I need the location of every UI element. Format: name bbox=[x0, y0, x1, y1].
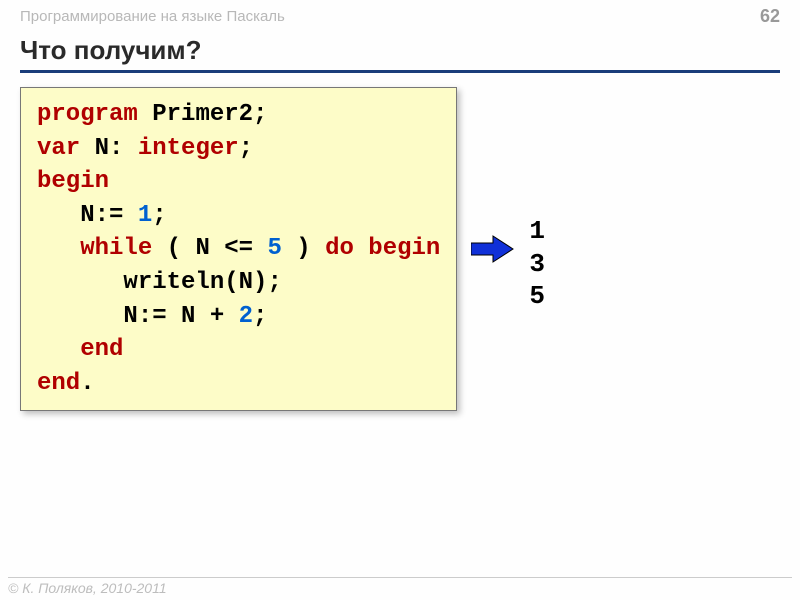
code-text bbox=[354, 235, 368, 262]
kw-integer: integer bbox=[138, 135, 239, 162]
code-text bbox=[37, 235, 80, 262]
title-area: Что получим? bbox=[0, 31, 800, 73]
num-literal: 2 bbox=[239, 303, 253, 330]
code-text: ( N <= bbox=[152, 235, 267, 262]
copyright: © К. Поляков, 2010-2011 bbox=[8, 580, 167, 596]
kw-while: while bbox=[80, 235, 152, 262]
kw-program: program bbox=[37, 101, 138, 128]
slide-footer: © К. Поляков, 2010-2011 bbox=[8, 577, 792, 596]
code-text: N:= N + bbox=[37, 303, 239, 330]
code-text: ; bbox=[253, 303, 267, 330]
slide-title: Что получим? bbox=[20, 35, 780, 68]
code-text: Primer2; bbox=[138, 101, 268, 128]
kw-var: var bbox=[37, 135, 80, 162]
code-text: ; bbox=[239, 135, 253, 162]
code-text: N: bbox=[80, 135, 138, 162]
content-row: program Primer2; var N: integer; begin N… bbox=[0, 87, 800, 411]
arrow-icon bbox=[471, 234, 515, 264]
kw-end: end bbox=[37, 370, 80, 397]
code-text: writeln(N); bbox=[37, 269, 282, 296]
num-literal: 5 bbox=[267, 235, 281, 262]
code-text: N:= bbox=[37, 202, 138, 229]
kw-begin: begin bbox=[368, 235, 440, 262]
course-title: Программирование на языке Паскаль bbox=[20, 8, 285, 25]
page-number: 62 bbox=[760, 6, 780, 27]
program-output: 1 3 5 bbox=[529, 215, 545, 313]
output-line: 3 bbox=[529, 249, 545, 279]
code-text: ; bbox=[152, 202, 166, 229]
slide-header: Программирование на языке Паскаль 62 bbox=[0, 0, 800, 31]
code-block: program Primer2; var N: integer; begin N… bbox=[20, 87, 457, 411]
title-underline bbox=[20, 70, 780, 73]
output-line: 1 bbox=[529, 216, 545, 246]
kw-do: do bbox=[325, 235, 354, 262]
code-text: . bbox=[80, 370, 94, 397]
code-text: ) bbox=[282, 235, 325, 262]
kw-begin: begin bbox=[37, 168, 109, 195]
kw-end: end bbox=[80, 336, 123, 363]
output-line: 5 bbox=[529, 281, 545, 311]
code-text bbox=[37, 336, 80, 363]
num-literal: 1 bbox=[138, 202, 152, 229]
